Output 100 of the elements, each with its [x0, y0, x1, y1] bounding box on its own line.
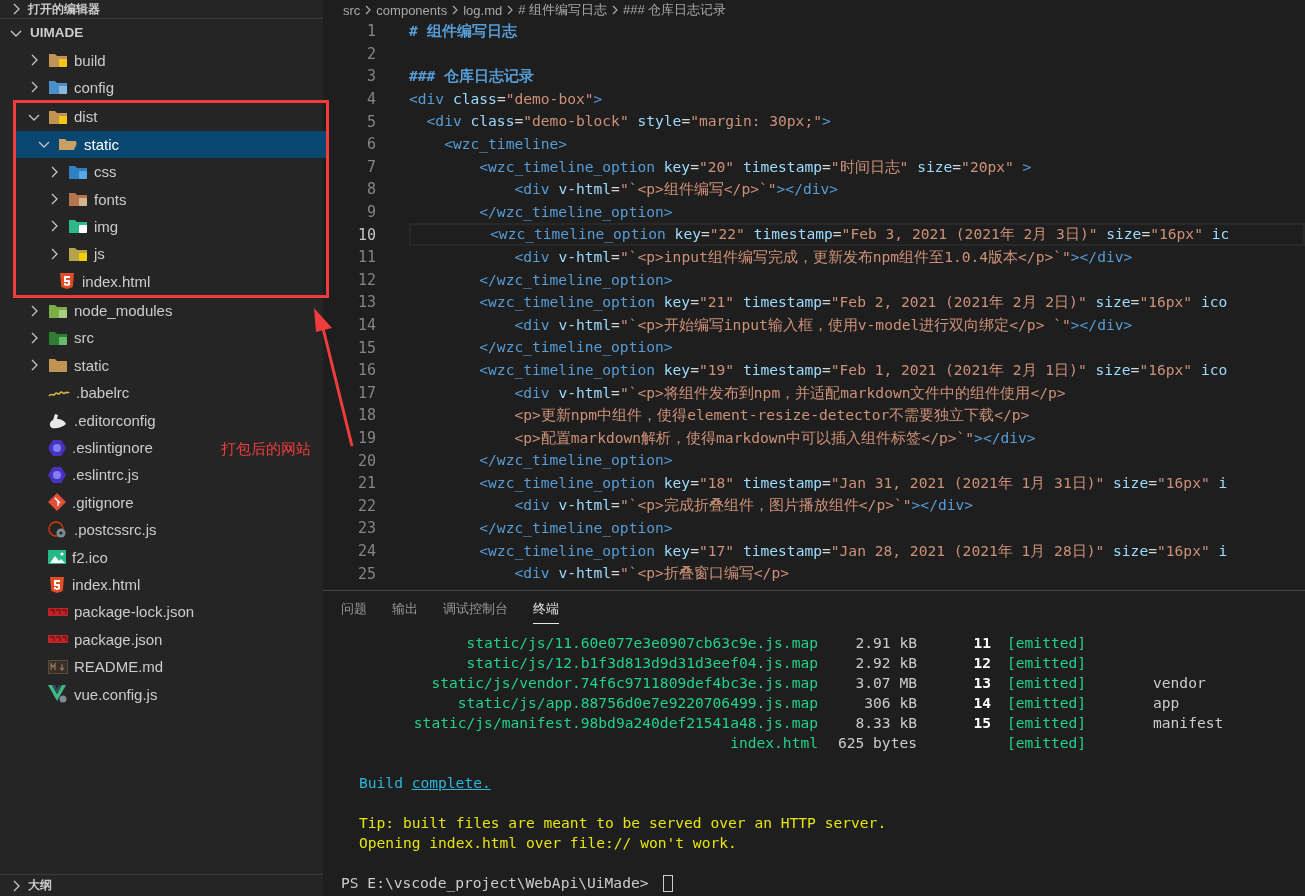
folder-icon [58, 136, 78, 153]
tree-item[interactable]: static [16, 130, 326, 158]
asset-file: static/js/11.60e077e3e0907cb63c9e.js.map [466, 633, 818, 653]
image-icon [48, 549, 66, 566]
tree-item[interactable]: fonts [16, 185, 131, 213]
tree-item[interactable]: .gitignore [0, 488, 138, 517]
tree-item[interactable]: index.html [0, 570, 145, 599]
line-number: 24 [357, 541, 376, 560]
panel-tab[interactable]: 问题 [341, 600, 367, 624]
tree-item[interactable]: package.json [0, 625, 167, 653]
terminal-prompt: PS E:\vscode_project\WebApi\UiMade> [341, 873, 649, 893]
code-line: <wzc_timeline> [443, 133, 568, 155]
emit-status: [emitted] [1007, 653, 1087, 673]
asset-file: static/js/vendor.74f6c9711809def4bc3e.js.map [431, 673, 818, 693]
panel-tab[interactable]: 输出 [392, 600, 418, 624]
tree-item[interactable]: build [0, 46, 110, 74]
code-line: <div v-html="`<p>折叠窗口编写</p> [513, 563, 789, 584]
tree-item[interactable]: static [0, 351, 113, 380]
line-number: 3 [366, 67, 376, 86]
document-icon [48, 659, 68, 674]
section-header[interactable]: 打开的编辑器 [0, 0, 323, 19]
hexagon-icon [48, 438, 66, 457]
folder-icon [68, 191, 88, 208]
tree-item[interactable]: js [16, 240, 109, 268]
tree-item[interactable]: README.md [0, 653, 168, 681]
chunk-id: 14 [973, 693, 991, 713]
tree-item[interactable]: .editorconfig [0, 406, 160, 434]
tree-item[interactable]: config [0, 73, 119, 102]
breadcrumb-item[interactable]: components [376, 2, 448, 18]
section-header[interactable]: 大纲 [0, 874, 323, 896]
tree-item[interactable]: css [16, 157, 121, 186]
folder-icon [48, 357, 68, 374]
breadcrumb-item[interactable]: ### 仓库日志记录 [623, 1, 727, 19]
code-line: <p>配置markdown解析，使得markdown中可以插入组件标签</p>`"></div> [513, 427, 1036, 448]
code-line: <p>更新npm中组件，使得element-resize-detector不需要独立下载</p> [513, 405, 1030, 426]
asset-size: 2.92 kB [855, 653, 917, 673]
label-icon [48, 634, 68, 645]
code-line: <div v-html="`<p>input组件编写完成，更新发布npm组件至1.0.4版本</p>`"></div> [513, 246, 1133, 267]
line-number: 25 [357, 564, 376, 583]
asset-file: static/js/app.88756d0e7e9220706499.js.map [457, 693, 818, 713]
asset-size: 3.07 MB [855, 673, 917, 693]
label-icon [48, 606, 68, 617]
asset-size: 306 kB [864, 693, 917, 713]
tree-item[interactable]: dist [16, 103, 102, 131]
terminal-text: Build [359, 773, 403, 793]
folder-icon [48, 330, 68, 346]
tree-item[interactable]: f2.ico [0, 543, 112, 571]
tree-item[interactable]: img [16, 212, 123, 241]
code-line: ### 仓库日志记录 [409, 66, 535, 87]
v-shape-icon [48, 685, 68, 704]
terminal-link[interactable]: complete. [411, 773, 491, 793]
breadcrumb-item[interactable]: src [343, 2, 361, 18]
shield-icon [48, 575, 66, 594]
tree-item[interactable]: .eslintrc.js [0, 461, 143, 489]
code-line: </wzc_timeline_option> [478, 337, 673, 358]
emit-status: [emitted] [1007, 633, 1087, 653]
code-line: <div v-html="`<p>组件编写</p>`"></div> [513, 179, 839, 200]
tree-item[interactable]: .babelrc [0, 379, 134, 407]
code-line: <wzc_timeline_option key="21" timestamp="Feb 2, 2021 (2021年 2月 2日)" size="16px" ico [478, 292, 1228, 313]
folder-icon [48, 52, 68, 69]
tree-item[interactable]: vue.config.js [0, 680, 162, 708]
code-line: <wzc_timeline_option key="19" timestamp="Feb 1, 2021 (2021年 2月 1日)" size="16px" ico [478, 359, 1228, 381]
code-line: <div v-html="`<p>将组件发布到npm，并适配markdown文件中的组件使用</p> [513, 382, 1066, 403]
tree-item[interactable]: src [0, 324, 98, 352]
tree-item[interactable]: package-lock.json [0, 598, 199, 626]
folder-icon [48, 79, 68, 96]
panel-tab[interactable]: 调试控制台 [443, 600, 508, 624]
code-line: <wzc_timeline_option key="17" timestamp="Jan 28, 2021 (2021年 1月 28日)" size="16px" i [478, 540, 1228, 562]
line-number: 14 [357, 316, 376, 334]
line-number: 16 [357, 361, 376, 380]
workspace-header[interactable]: UIMADE [0, 19, 88, 47]
line-number: 17 [357, 383, 376, 402]
line-number: 6 [366, 135, 376, 154]
line-number: 10 [357, 225, 376, 244]
line-number: 19 [357, 429, 376, 447]
line-number: 9 [366, 203, 376, 222]
asset-file: static/js/manifest.98bd9a240def21541a48.js.map [413, 713, 818, 733]
chunk-id: 15 [973, 713, 991, 733]
terminal-line: Opening index.html over file:// won't work. [358, 833, 738, 853]
code-line: <wzc_timeline_option key="18" timestamp="Jan 31, 2021 (2021年 1月 31日)" size="16px" i [478, 472, 1228, 494]
shield-icon [58, 272, 76, 291]
tree-item[interactable]: .postcssrc.js [0, 516, 161, 544]
breadcrumb-item[interactable]: log.md [463, 2, 503, 18]
line-number: 5 [366, 112, 376, 131]
panel-tab[interactable]: 终端 [533, 600, 559, 624]
asset-size: 625 bytes [837, 733, 917, 753]
tree-item[interactable]: index.html [16, 267, 155, 295]
chunk-name: app [1153, 693, 1180, 713]
tree-item[interactable]: node_modules [0, 296, 177, 325]
line-number: 12 [357, 270, 376, 289]
code-line: </wzc_timeline_option> [478, 269, 673, 291]
gear-icon [48, 520, 68, 539]
breadcrumb-item[interactable]: # 组件编写日志 [518, 1, 608, 19]
asset-size: 2.91 kB [855, 633, 917, 653]
code-line: <div class="demo-block" style="margin: 30px;"> [425, 111, 831, 132]
line-number: 21 [357, 474, 376, 493]
tree-item[interactable]: .eslintignore [0, 433, 157, 462]
code-line: <div v-html="`<p>完成折叠组件，图片播放组件</p>`"></div> [513, 495, 974, 516]
line-number: 8 [366, 180, 376, 199]
line-number: 4 [366, 90, 376, 109]
